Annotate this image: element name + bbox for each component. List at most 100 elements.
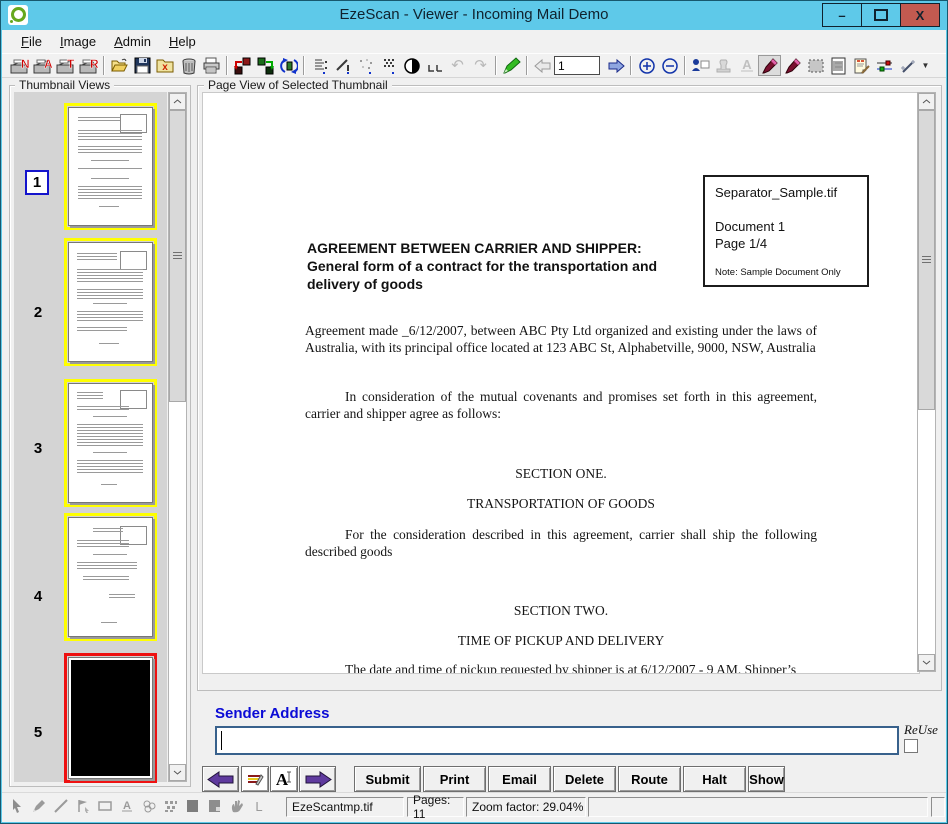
notes-icon[interactable] <box>850 55 873 76</box>
despeckle-icon[interactable] <box>331 55 354 76</box>
redact-dark-icon[interactable] <box>184 796 202 816</box>
thumbnail-page-2[interactable] <box>64 238 157 366</box>
separator-document-line: Document 1 <box>715 219 785 234</box>
thumbnail-page-3[interactable] <box>64 379 157 507</box>
submit-button[interactable]: Submit <box>354 766 421 792</box>
show-button[interactable]: Show <box>748 766 785 792</box>
thumbnail-scroll-down-icon[interactable] <box>169 764 186 781</box>
scan-append-icon[interactable]: A <box>31 55 54 76</box>
marker-red-icon[interactable] <box>781 55 804 76</box>
document-paragraph-3: For the consideration described in this … <box>305 527 817 560</box>
next-page-icon[interactable] <box>604 55 627 76</box>
flag-tool-icon[interactable] <box>74 796 92 816</box>
thumbnail-page-1[interactable] <box>64 103 157 230</box>
resize-grip[interactable] <box>931 797 945 817</box>
page-number-input[interactable] <box>554 56 600 75</box>
move-page-red-icon[interactable] <box>231 55 254 76</box>
print-button[interactable]: Print <box>423 766 486 792</box>
scribble-tool-icon[interactable] <box>140 796 158 816</box>
page-scrollbar-thumb[interactable] <box>918 110 935 410</box>
menu-admin[interactable]: Admin <box>105 31 160 52</box>
rotate-page-icon[interactable] <box>277 55 300 76</box>
move-first-button[interactable] <box>202 766 239 792</box>
page-scroll-up-icon[interactable] <box>918 93 935 110</box>
remove-dots-icon[interactable] <box>354 55 377 76</box>
menu-image[interactable]: Image <box>51 31 105 52</box>
workspace: Thumbnail Views 1 <box>2 78 946 792</box>
open-file-icon[interactable] <box>108 55 131 76</box>
document-page: Separator_Sample.tif Document 1 Page 1/4… <box>202 92 920 674</box>
reuse-label: ReUse <box>904 722 938 738</box>
close-button[interactable]: X <box>900 4 939 26</box>
thumbnail-scrollbar[interactable] <box>168 92 187 782</box>
adjustments-icon[interactable] <box>873 55 896 76</box>
move-next-button[interactable] <box>299 766 336 792</box>
redact-partial-icon[interactable] <box>206 796 224 816</box>
thumbnail-scrollbar-thumb[interactable] <box>169 110 186 402</box>
stamp-icon[interactable] <box>712 55 735 76</box>
pen-lines-icon <box>246 772 264 786</box>
remove-noise-icon[interactable] <box>377 55 400 76</box>
magic-wand-dropdown-icon[interactable]: ▼ <box>919 55 931 76</box>
zoom-out-icon[interactable] <box>658 55 681 76</box>
text-caret <box>221 731 222 750</box>
redo-icon[interactable]: ↷ <box>469 55 492 76</box>
select-cursor-icon[interactable] <box>8 796 26 816</box>
section-two-subtitle: TIME OF PICKUP AND DELIVERY <box>305 633 817 649</box>
pen-tool-icon[interactable] <box>30 796 48 816</box>
contrast-icon[interactable] <box>400 55 423 76</box>
thumbnail-number-4[interactable]: 4 <box>25 588 51 605</box>
crop-icon[interactable] <box>423 55 446 76</box>
text-tool-icon[interactable]: A <box>118 796 136 816</box>
delete-button[interactable]: Delete <box>553 766 616 792</box>
text-tool-button[interactable]: A <box>270 766 298 792</box>
thumbnail-number-1[interactable]: 1 <box>25 170 49 195</box>
separator-filename: Separator_Sample.tif <box>715 185 837 200</box>
scan-insert-icon[interactable]: T <box>54 55 77 76</box>
hand-tool-icon[interactable] <box>228 796 246 816</box>
thumbnail-number-5[interactable]: 5 <box>25 724 51 741</box>
menu-file[interactable]: File <box>12 31 51 52</box>
delete-file-icon[interactable]: x <box>154 55 177 76</box>
page-view-scrollbar[interactable] <box>917 92 936 672</box>
scan-new-icon[interactable]: N <box>8 55 31 76</box>
move-page-green-icon[interactable] <box>254 55 277 76</box>
barcode-icon[interactable] <box>827 55 850 76</box>
select-region-icon[interactable] <box>804 55 827 76</box>
deskew-icon[interactable] <box>308 55 331 76</box>
thumbnail-scroll-up-icon[interactable] <box>169 93 186 110</box>
scan-replace-icon[interactable]: R <box>77 55 100 76</box>
annotate-lines-button[interactable] <box>241 766 269 792</box>
status-file-name: EzeScantmp.tif <box>286 797 404 817</box>
previous-page-icon[interactable] <box>531 55 554 76</box>
document-paragraph-2: In consideration of the mutual covenants… <box>305 389 817 422</box>
undo-icon[interactable]: ↶ <box>446 55 469 76</box>
thumbnail-page-4[interactable] <box>64 513 157 641</box>
thumbnail-number-3[interactable]: 3 <box>25 440 51 457</box>
line-tool-icon[interactable] <box>52 796 70 816</box>
pattern-tool-icon[interactable] <box>162 796 180 816</box>
maximize-button[interactable] <box>861 4 900 26</box>
marker-dark-icon[interactable] <box>758 55 781 76</box>
svg-text:N: N <box>21 57 30 71</box>
magic-wand-icon[interactable] <box>896 55 919 76</box>
halt-button[interactable]: Halt <box>683 766 746 792</box>
rect-tool-icon[interactable] <box>96 796 114 816</box>
page-scroll-down-icon[interactable] <box>918 654 935 671</box>
print-icon[interactable] <box>200 55 223 76</box>
highlighter-icon[interactable] <box>500 55 523 76</box>
thumbnail-number-2[interactable]: 2 <box>25 304 51 321</box>
text-annotation-icon[interactable]: A <box>735 55 758 76</box>
save-file-icon[interactable] <box>131 55 154 76</box>
trash-icon[interactable] <box>177 55 200 76</box>
section-one-title: SECTION ONE. <box>305 466 817 482</box>
reuse-checkbox[interactable] <box>904 739 918 753</box>
thumbnail-page-5[interactable] <box>64 653 157 783</box>
zoom-in-icon[interactable] <box>635 55 658 76</box>
profile-zone-icon[interactable] <box>689 55 712 76</box>
sender-address-input[interactable] <box>215 726 899 755</box>
route-button[interactable]: Route <box>618 766 681 792</box>
menu-help[interactable]: Help <box>160 31 205 52</box>
email-button[interactable]: Email <box>488 766 551 792</box>
minimize-button[interactable]: – <box>823 4 861 26</box>
